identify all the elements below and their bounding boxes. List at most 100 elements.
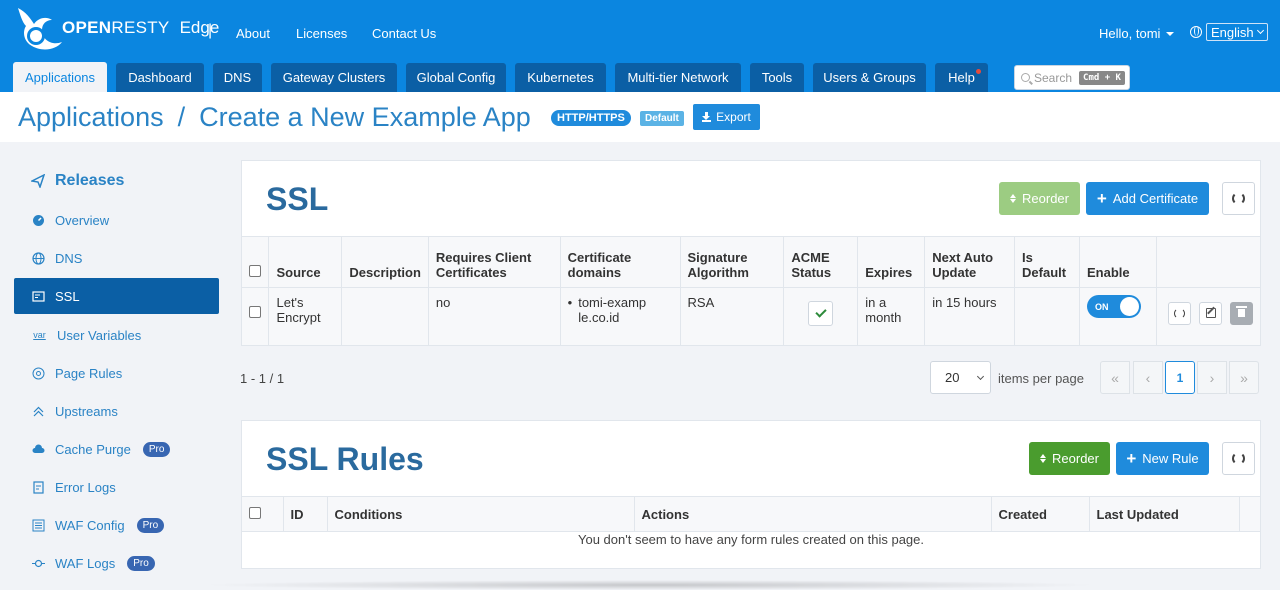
tab-help[interactable]: Help bbox=[935, 63, 988, 92]
export-label: Export bbox=[716, 110, 751, 124]
tab-dns[interactable]: DNS bbox=[213, 63, 262, 92]
col-acme-status[interactable]: ACME Status bbox=[783, 236, 859, 288]
refresh-icon bbox=[1232, 192, 1245, 205]
col-signature-algorithm[interactable]: Signature Algorithm bbox=[680, 236, 785, 288]
col-requires-client-certs[interactable]: Requires Client Certificates bbox=[428, 236, 561, 288]
about-link[interactable]: About bbox=[236, 26, 270, 41]
sidebar-title[interactable]: Releases bbox=[31, 172, 124, 190]
tab-gateway-clusters[interactable]: Gateway Clusters bbox=[271, 63, 397, 92]
ssl-rules-reorder-button[interactable]: Reorder bbox=[1029, 442, 1110, 475]
sidebar-item-dns[interactable]: DNS bbox=[14, 240, 219, 276]
tab-global-config[interactable]: Global Config bbox=[406, 63, 506, 92]
first-page-button[interactable]: « bbox=[1100, 361, 1130, 394]
product-name: Edge bbox=[179, 18, 220, 37]
row-checkbox[interactable] bbox=[249, 305, 261, 318]
variable-icon: var bbox=[33, 330, 46, 340]
ssl-refresh-button[interactable] bbox=[1222, 182, 1255, 215]
sidebar-item-cache-purge[interactable]: Cache Purge Pro bbox=[14, 431, 219, 467]
tab-users-groups[interactable]: Users & Groups bbox=[813, 63, 926, 92]
sidebar-item-page-rules[interactable]: Page Rules bbox=[14, 355, 219, 391]
col-actions[interactable]: Actions bbox=[634, 496, 992, 532]
col-conditions[interactable]: Conditions bbox=[327, 496, 635, 532]
sidebar-item-user-variables[interactable]: var User Variables bbox=[14, 317, 219, 353]
sidebar-item-waf-logs[interactable]: WAF Logs Pro bbox=[14, 545, 219, 581]
row-edit-button[interactable] bbox=[1199, 301, 1222, 325]
keyboard-shortcut-badge: Cmd + K bbox=[1079, 70, 1125, 85]
add-certificate-label: Add Certificate bbox=[1112, 191, 1199, 206]
tab-multi-tier-network[interactable]: Multi-tier Network bbox=[615, 63, 741, 92]
add-certificate-button[interactable]: + Add Certificate bbox=[1086, 182, 1209, 215]
row-delete-button[interactable] bbox=[1230, 301, 1253, 325]
col-certificate-domains[interactable]: Certificate domains bbox=[560, 236, 681, 288]
contact-us-link[interactable]: Contact Us bbox=[372, 26, 436, 41]
sidebar-item-upstreams[interactable]: Upstreams bbox=[14, 393, 219, 429]
row-refresh-button[interactable] bbox=[1168, 301, 1191, 325]
tab-applications[interactable]: Applications bbox=[13, 62, 107, 92]
tab-tools[interactable]: Tools bbox=[750, 63, 804, 92]
domain-text: tomi-example.co.id bbox=[578, 295, 647, 325]
search-input[interactable]: Search Cmd + K bbox=[1014, 65, 1130, 90]
select-all-cell bbox=[242, 496, 284, 532]
col-source[interactable]: Source bbox=[268, 236, 343, 288]
refresh-icon bbox=[1232, 452, 1245, 465]
page-1-button[interactable]: 1 bbox=[1165, 361, 1195, 394]
new-rule-label: New Rule bbox=[1142, 451, 1199, 466]
openresty-logo[interactable]: OPENRESTY Edge bbox=[12, 0, 219, 56]
items-per-page-select[interactable]: 20 bbox=[930, 361, 991, 394]
chevron-up-double-icon bbox=[32, 405, 45, 418]
toggle-label: ON bbox=[1094, 301, 1109, 312]
sidebar-item-label: DNS bbox=[55, 250, 83, 266]
hummingbird-logo-icon bbox=[18, 8, 62, 50]
breadcrumb-applications[interactable]: Applications bbox=[18, 102, 164, 133]
ssl-panel: SSL Reorder + Add Certificate Source Des… bbox=[241, 160, 1261, 346]
sidebar-item-label: SSL bbox=[55, 288, 80, 304]
language-value: English bbox=[1211, 24, 1254, 40]
prev-page-button[interactable]: ‹ bbox=[1133, 361, 1163, 394]
pro-badge: Pro bbox=[136, 517, 165, 533]
col-expires[interactable]: Expires bbox=[857, 236, 926, 288]
ssl-rules-refresh-button[interactable] bbox=[1222, 442, 1255, 475]
sidebar-item-ssl[interactable]: SSL bbox=[14, 278, 219, 314]
cell-is-default bbox=[1014, 287, 1080, 346]
cell-acme-status bbox=[783, 287, 859, 346]
cell-description bbox=[341, 287, 429, 346]
brand-name: OPENRESTY bbox=[62, 18, 170, 37]
pro-badge: Pro bbox=[142, 441, 171, 457]
user-menu[interactable]: Hello, tomi bbox=[1099, 26, 1175, 41]
sidebar-item-label: Overview bbox=[55, 212, 110, 228]
chevron-left-icon: ‹ bbox=[1145, 369, 1151, 386]
enable-toggle[interactable]: ON bbox=[1086, 295, 1141, 318]
ssl-reorder-button[interactable]: Reorder bbox=[999, 182, 1080, 215]
chevron-right-icon: › bbox=[1209, 369, 1215, 386]
next-page-button[interactable]: › bbox=[1197, 361, 1227, 394]
select-all-checkbox[interactable] bbox=[249, 265, 261, 277]
col-last-updated[interactable]: Last Updated bbox=[1089, 496, 1240, 532]
acme-status-indicator bbox=[808, 300, 834, 326]
export-button[interactable]: Export bbox=[693, 104, 760, 130]
list-icon bbox=[32, 519, 45, 532]
tab-dashboard[interactable]: Dashboard bbox=[116, 63, 204, 92]
licenses-link[interactable]: Licenses bbox=[296, 26, 347, 41]
col-is-default[interactable]: Is Default bbox=[1014, 236, 1080, 288]
cell-algorithm: RSA bbox=[680, 287, 785, 346]
language-select[interactable]: English bbox=[1206, 23, 1268, 41]
col-id[interactable]: ID bbox=[283, 496, 328, 532]
new-rule-button[interactable]: + New Rule bbox=[1116, 442, 1209, 475]
col-description[interactable]: Description bbox=[341, 236, 429, 288]
sidebar-item-label: WAF Config bbox=[55, 517, 125, 533]
col-created[interactable]: Created bbox=[991, 496, 1090, 532]
sidebar-item-error-logs[interactable]: Error Logs bbox=[14, 469, 219, 505]
col-next-auto-update[interactable]: Next Auto Update bbox=[924, 236, 1016, 288]
col-enable[interactable]: Enable bbox=[1079, 236, 1158, 288]
select-all-checkbox[interactable] bbox=[249, 506, 261, 519]
pro-badge: Pro bbox=[127, 555, 155, 571]
sidebar-item-waf-config[interactable]: WAF Config Pro bbox=[14, 507, 219, 543]
sidebar-item-overview[interactable]: Overview bbox=[14, 202, 219, 238]
last-page-button[interactable]: » bbox=[1229, 361, 1259, 394]
tab-kubernetes[interactable]: Kubernetes bbox=[515, 63, 606, 92]
page-title-bar: Applications / Create a New Example App … bbox=[0, 92, 1280, 142]
log-file-icon bbox=[32, 480, 45, 494]
rules-icon bbox=[32, 367, 45, 380]
language-switcher[interactable]: English bbox=[1190, 23, 1268, 41]
bullet-icon: • bbox=[567, 295, 573, 310]
